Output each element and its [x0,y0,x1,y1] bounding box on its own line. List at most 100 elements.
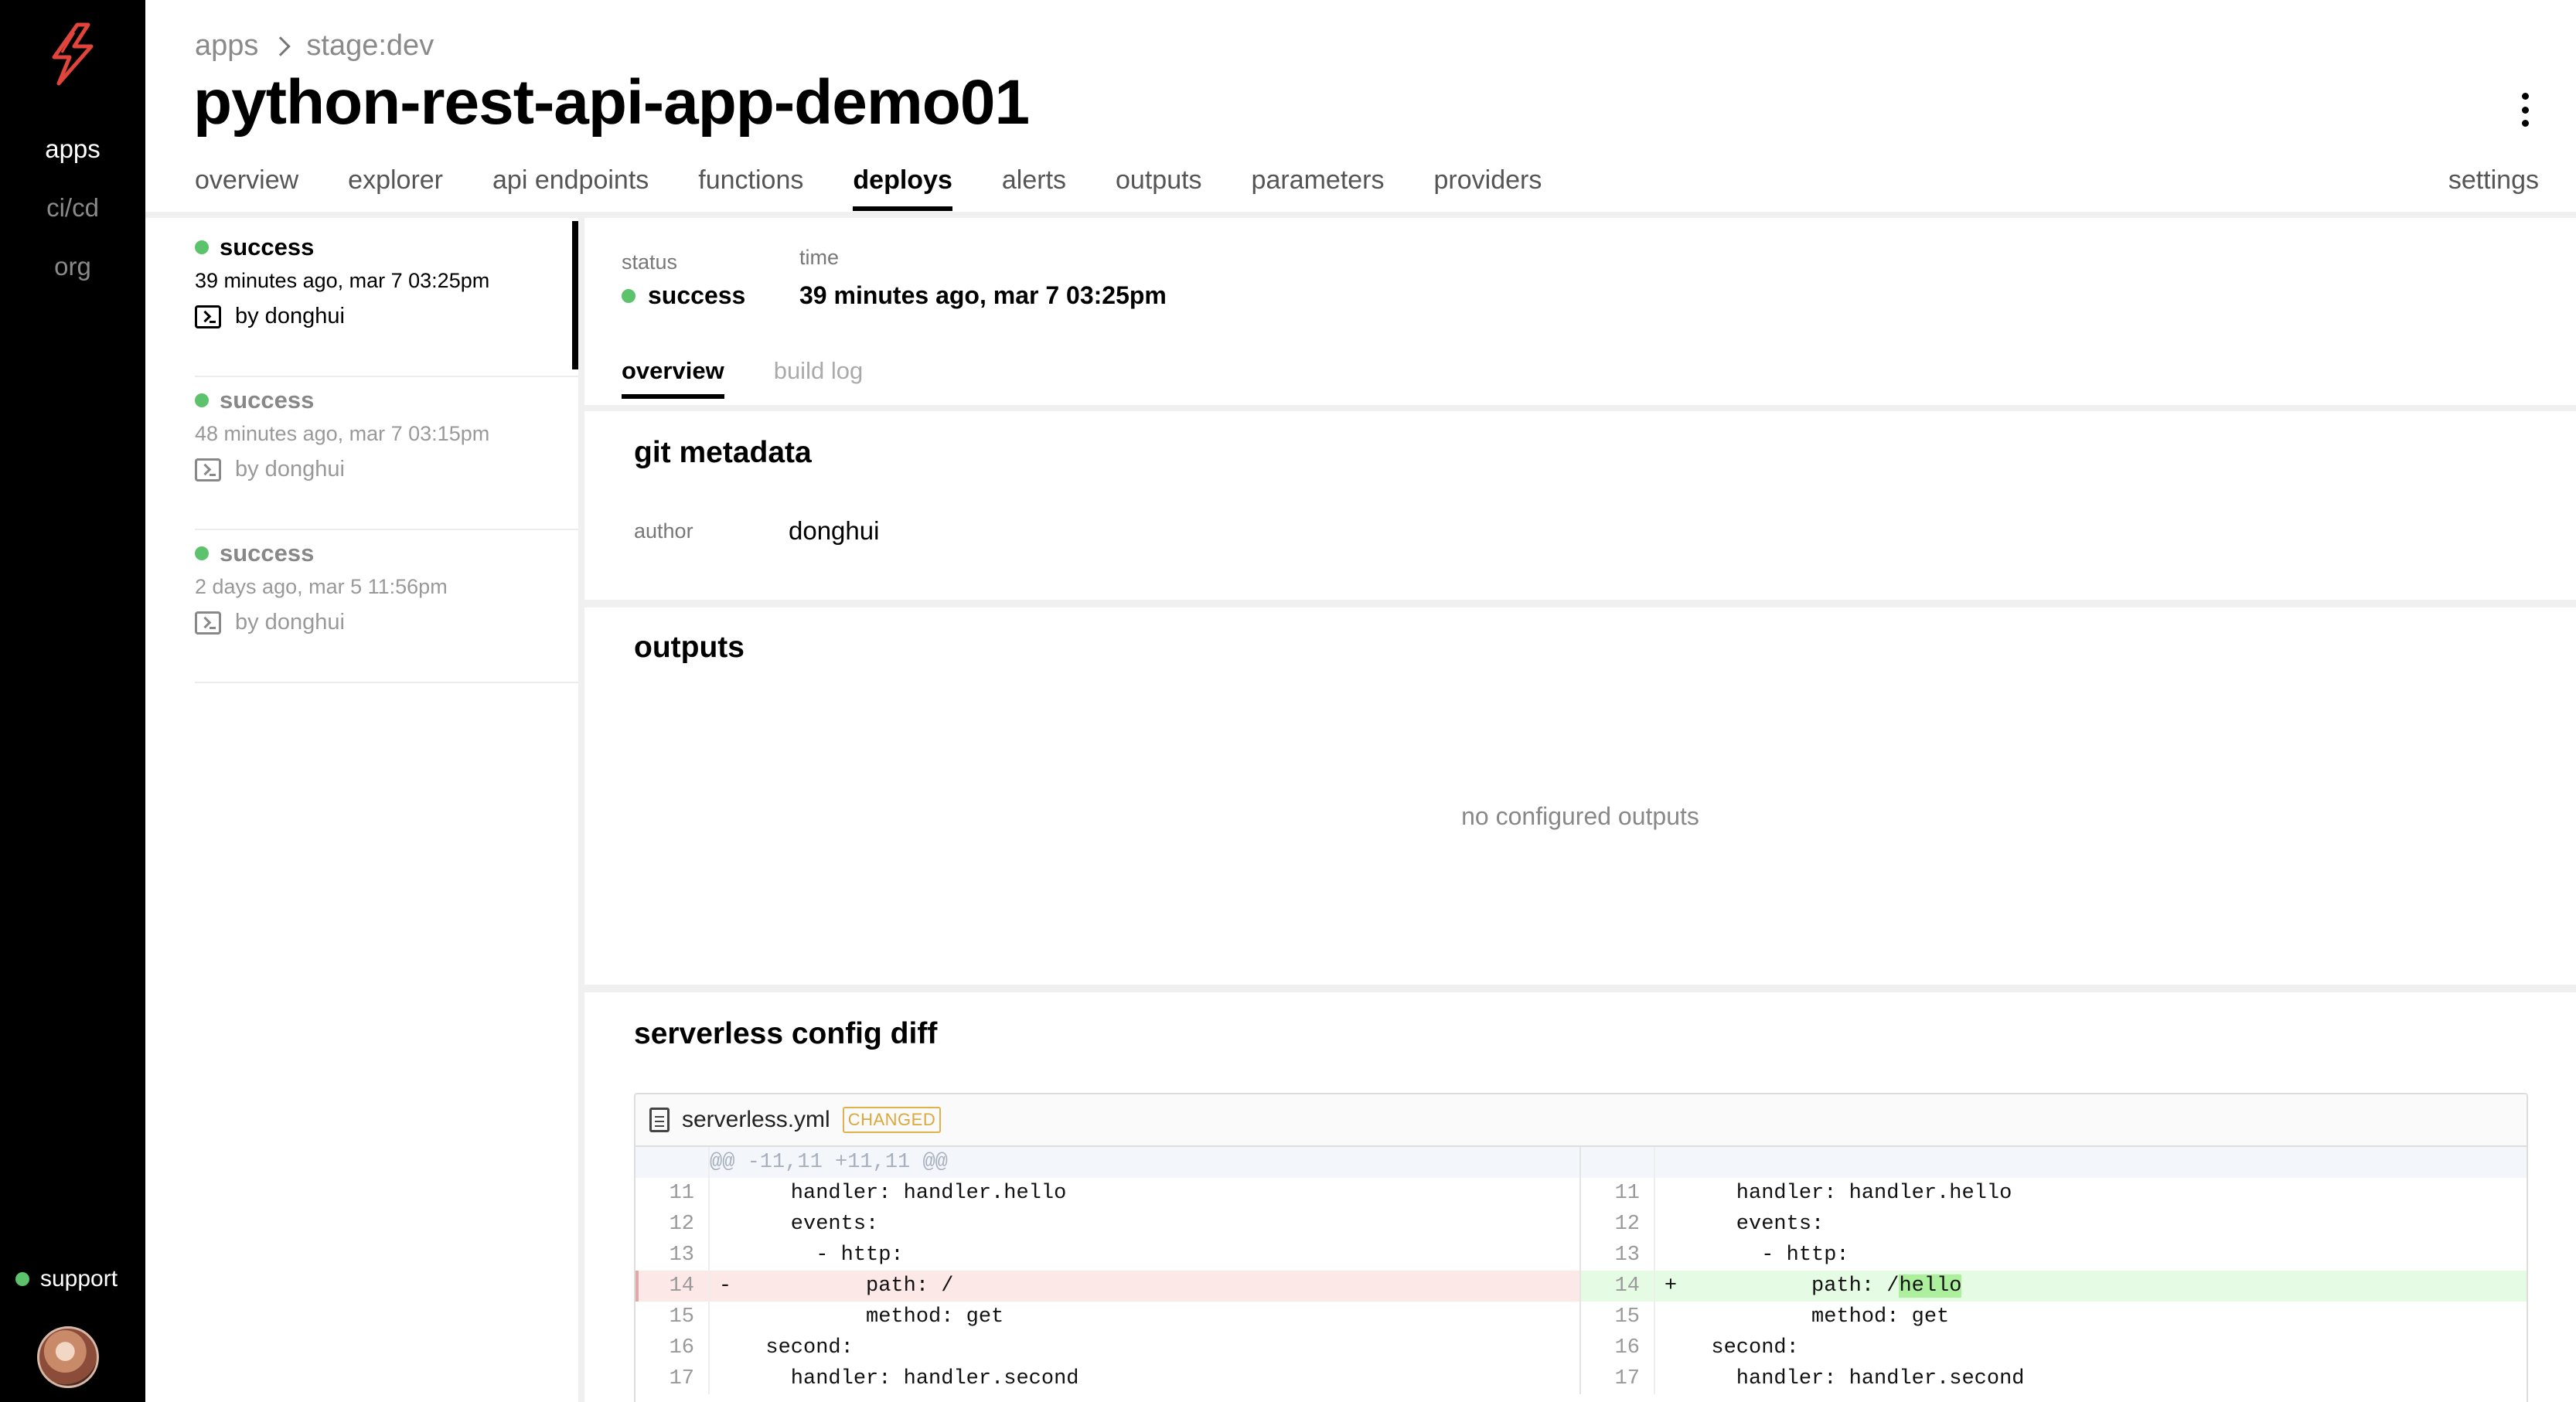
line-number: 16 [635,1332,710,1363]
diff-marker: - [718,1274,732,1298]
diff-hunk-header: 00@@ -11,11 +11,11 @@ [635,1147,1579,1178]
more-options-icon[interactable] [2516,93,2534,127]
subtab-build-log[interactable]: build log [774,357,863,394]
nav-item-org[interactable]: org [0,252,145,281]
tab-functions[interactable]: functions [698,165,803,206]
tab-alerts[interactable]: alerts [1002,165,1066,206]
deploy-list: success 39 minutes ago, mar 7 03:25pm by… [195,224,578,683]
diff-marker [1655,1332,1686,1363]
breadcrumb-apps[interactable]: apps [195,29,258,63]
line-number: 12 [1581,1209,1655,1240]
diff-marker [710,1302,741,1332]
diff-line: 15 method: get [635,1302,1579,1332]
breadcrumb: apps stage:dev [195,29,434,63]
status-label: status [622,250,678,274]
time-value: 39 minutes ago, mar 7 03:25pm [799,281,1167,309]
tab-settings[interactable]: settings [2448,165,2539,196]
deploy-author: by donghui [235,457,345,482]
line-number: 11 [635,1178,710,1209]
file-icon [649,1108,670,1132]
code-text: events: [1686,1213,1825,1236]
code-text: path: / [741,1274,954,1298]
deploy-summary: status success time 39 minutes ago, mar … [584,218,2576,405]
page-title: python-rest-api-app-demo01 [193,67,1030,138]
diff-file-header: serverless.yml CHANGED [635,1094,2527,1147]
tab-deploys[interactable]: deploys [853,165,953,211]
diff-marker [710,1209,741,1240]
code-text: - http: [1686,1244,1849,1267]
diff-marker [710,1178,741,1209]
line-number: 17 [1581,1363,1655,1394]
line-number: 15 [1581,1302,1655,1332]
diff-line: 17 handler: handler.second [1581,1363,2527,1394]
deploy-author: by donghui [235,304,345,328]
code-text: second: [1686,1336,1799,1359]
status-value: success [622,281,745,310]
section-title: outputs [634,631,745,664]
deploy-time: 2 days ago, mar 5 11:56pm [195,575,448,598]
deploy-time: 48 minutes ago, mar 7 03:15pm [195,422,490,445]
deploy-item[interactable]: success 2 days ago, mar 5 11:56pm by don… [195,530,578,683]
code-text: events: [741,1213,879,1236]
deploy-status: success [220,539,315,567]
diff-line: 13 - http: [635,1240,1579,1271]
diff-marker [1655,1363,1686,1394]
support-link[interactable]: support [15,1266,118,1292]
user-avatar[interactable] [37,1326,99,1388]
section-title: serverless config diff [634,1017,938,1050]
nav-item-apps[interactable]: apps [0,134,145,164]
deploy-item[interactable]: success 48 minutes ago, mar 7 03:15pm by… [195,377,578,530]
line-number: 15 [635,1302,710,1332]
line-number: 13 [1581,1240,1655,1271]
diff-line: 16 second: [635,1332,1579,1363]
diff-marker [710,1240,741,1271]
empty-state: no configured outputs [1461,802,1699,830]
diff-line: 11 handler: handler.hello [635,1178,1579,1209]
code-text: method: get [1686,1305,1950,1329]
serverless-logo-icon[interactable] [43,22,102,87]
author-label: author [634,519,693,543]
line-number: 11 [1581,1178,1655,1209]
deploy-item[interactable]: success 39 minutes ago, mar 7 03:25pm by… [195,224,578,377]
terminal-icon [195,611,221,635]
diff-old-side: 00@@ -11,11 +11,11 @@ 11 handler: handle… [635,1147,1581,1394]
diff-hunk-header: 00 [1581,1147,2527,1178]
success-status-icon [195,240,209,254]
added-text: hello [1899,1274,1962,1298]
diff-line: 17 handler: handler.second [635,1363,1579,1394]
section-title: git metadata [634,436,812,469]
diff-line: 11 handler: handler.hello [1581,1178,2527,1209]
detail-subtabs: overview build log [622,357,863,399]
diff-marker [1655,1302,1686,1332]
support-label: support [40,1266,118,1291]
subtab-overview[interactable]: overview [622,357,724,399]
tab-providers[interactable]: providers [1434,165,1542,206]
diff-line: 15 method: get [1581,1302,2527,1332]
deploy-author: by donghui [235,610,345,635]
code-text: path: /hello [1686,1274,1962,1298]
line-number: 16 [1581,1332,1655,1363]
chevron-right-icon [271,36,291,56]
diff-line: 14 + path: /hello [1581,1271,2527,1302]
code-text: - http: [741,1244,904,1267]
diff-new-side: 00 11 handler: handler.hello12 events: 13… [1581,1147,2527,1394]
line-number: 13 [635,1240,710,1271]
changed-badge: CHANGED [842,1107,942,1133]
tab-overview[interactable]: overview [195,165,298,206]
breadcrumb-stage[interactable]: stage:dev [306,29,434,63]
tab-api-endpoints[interactable]: api endpoints [492,165,649,206]
selected-indicator [572,221,578,369]
left-nav: apps ci/cd org support [0,0,145,1402]
code-text: second: [741,1336,854,1359]
outputs-card: outputs no configured outputs [584,607,2576,985]
time-label: time [799,246,840,269]
line-number: 14 [635,1271,710,1302]
tab-parameters[interactable]: parameters [1252,165,1385,206]
code-text: handler: handler.second [1686,1367,2025,1390]
tab-outputs[interactable]: outputs [1116,165,1202,206]
git-metadata-card: git metadata author donghui [584,411,2576,600]
tab-explorer[interactable]: explorer [348,165,443,206]
nav-item-cicd[interactable]: ci/cd [0,193,145,223]
diff-line: 14- path: / [635,1271,1579,1302]
code-text: method: get [741,1305,1004,1329]
